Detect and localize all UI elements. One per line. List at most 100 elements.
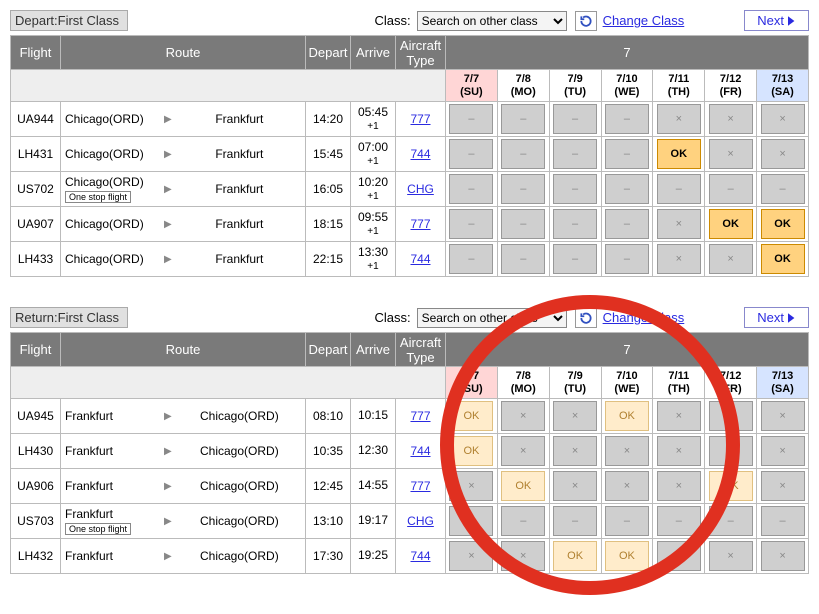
refresh-button[interactable] — [575, 11, 597, 31]
availability-cell: × — [553, 401, 597, 431]
depart-time: 10:35 — [306, 434, 351, 469]
date-header: 7/7(SU) — [446, 70, 498, 102]
flight-row: US702 Chicago(ORD) One stop flight ▶ Fra… — [11, 172, 809, 207]
date-header: 7/9(TU) — [549, 70, 601, 102]
aircraft-type: CHG — [396, 504, 446, 539]
flight-number: LH431 — [11, 137, 61, 172]
availability-cell: × — [657, 209, 701, 239]
arrive-time: 19:25 — [351, 539, 396, 574]
availability-cell: × — [501, 541, 545, 571]
aircraft-type: 777 — [396, 469, 446, 504]
flight-row: US703 Frankfurt One stop flight ▶ Chicag… — [11, 504, 809, 539]
availability-cell: – — [605, 139, 649, 169]
availability-cell: – — [501, 104, 545, 134]
availability-cell: – — [501, 174, 545, 204]
refresh-button[interactable] — [575, 308, 597, 328]
availability-cell: × — [605, 471, 649, 501]
availability-cell: × — [761, 541, 805, 571]
flight-row: UA944 Chicago(ORD) ▶ Frankfurt 14:20 05:… — [11, 102, 809, 137]
class-select[interactable]: Search on other class — [417, 11, 567, 31]
availability-cell: – — [553, 506, 597, 536]
aircraft-type-link[interactable]: 777 — [410, 112, 430, 126]
class-select[interactable]: Search on other class — [417, 308, 567, 328]
route-from: Frankfurt — [65, 409, 113, 423]
availability-cell: – — [553, 139, 597, 169]
aircraft-type-link[interactable]: 777 — [410, 409, 430, 423]
availability-cell[interactable]: OK — [553, 541, 597, 571]
route: Chicago(ORD) ▶ Frankfurt — [61, 207, 306, 242]
availability-cell: × — [761, 436, 805, 466]
route-from: Chicago(ORD) — [65, 147, 144, 161]
route: Chicago(ORD) One stop flight ▶ Frankfurt — [61, 172, 306, 207]
aircraft-type-link[interactable]: 744 — [410, 549, 430, 563]
flight-row: UA906 Frankfurt ▶ Chicago(ORD) 12:45 14:… — [11, 469, 809, 504]
availability-cell: × — [553, 471, 597, 501]
refresh-icon — [579, 311, 593, 325]
flight-number: LH430 — [11, 434, 61, 469]
col-depart: Depart — [306, 36, 351, 70]
change-class-link[interactable]: Change Class — [603, 310, 685, 325]
flight-row: LH430 Frankfurt ▶ Chicago(ORD) 10:35 12:… — [11, 434, 809, 469]
aircraft-type-link[interactable]: 744 — [410, 252, 430, 266]
availability-cell[interactable]: OK — [501, 471, 545, 501]
arrive-time: 05:45+1 — [351, 102, 396, 137]
route-from: Chicago(ORD) — [65, 175, 144, 189]
next-button[interactable]: Next — [744, 307, 809, 328]
aircraft-type-link[interactable]: 744 — [410, 444, 430, 458]
route-to: Frankfurt — [178, 147, 301, 161]
next-button[interactable]: Next — [744, 10, 809, 31]
availability-cell[interactable]: OK — [761, 244, 805, 274]
route-from: Frankfurt — [65, 444, 113, 458]
aircraft-type: 777 — [396, 207, 446, 242]
availability-cell: × — [657, 541, 701, 571]
aircraft-type: CHG — [396, 172, 446, 207]
arrive-time: 12:30 — [351, 434, 396, 469]
flight-number: UA906 — [11, 469, 61, 504]
aircraft-type-link[interactable]: 744 — [410, 147, 430, 161]
availability-cell: × — [709, 436, 753, 466]
route-to: Frankfurt — [178, 252, 301, 266]
date-header: 7/10(WE) — [601, 70, 653, 102]
aircraft-type-link[interactable]: CHG — [407, 514, 434, 528]
availability-cell[interactable]: OK — [449, 436, 493, 466]
date-header: 7/8(MO) — [497, 70, 549, 102]
availability-cell[interactable]: OK — [605, 541, 649, 571]
availability-cell[interactable]: OK — [709, 209, 753, 239]
aircraft-type-link[interactable]: 777 — [410, 479, 430, 493]
availability-cell: × — [709, 104, 753, 134]
availability-cell: – — [501, 139, 545, 169]
availability-cell: – — [449, 174, 493, 204]
change-class-link[interactable]: Change Class — [603, 13, 685, 28]
aircraft-type: 777 — [396, 102, 446, 137]
flight-row: LH433 Chicago(ORD) ▶ Frankfurt 22:15 13:… — [11, 242, 809, 277]
date-header: 7/11(TH) — [653, 367, 705, 399]
refresh-icon — [579, 14, 593, 28]
availability-cell: – — [605, 506, 649, 536]
route-from: Frankfurt — [65, 549, 113, 563]
availability-cell: × — [657, 104, 701, 134]
depart-time: 22:15 — [306, 242, 351, 277]
availability-cell[interactable]: OK — [449, 401, 493, 431]
date-header: 7/10(WE) — [601, 367, 653, 399]
availability-cell: – — [553, 244, 597, 274]
availability-cell: × — [657, 436, 701, 466]
availability-cell: – — [449, 104, 493, 134]
availability-cell[interactable]: OK — [761, 209, 805, 239]
availability-cell: × — [553, 436, 597, 466]
aircraft-type-link[interactable]: CHG — [407, 182, 434, 196]
route-from: Chicago(ORD) — [65, 217, 144, 231]
aircraft-type-link[interactable]: 777 — [410, 217, 430, 231]
route-to: Frankfurt — [178, 182, 301, 196]
class-label: Class: — [374, 13, 410, 28]
depart-time: 08:10 — [306, 399, 351, 434]
availability-cell[interactable]: OK — [709, 471, 753, 501]
availability-cell[interactable]: OK — [657, 139, 701, 169]
route: Frankfurt One stop flight ▶ Chicago(ORD) — [61, 504, 306, 539]
col-depart: Depart — [306, 333, 351, 367]
arrive-time: 07:00+1 — [351, 137, 396, 172]
availability-cell[interactable]: OK — [605, 401, 649, 431]
flight-row: UA907 Chicago(ORD) ▶ Frankfurt 18:15 09:… — [11, 207, 809, 242]
route-arrow-icon: ▶ — [164, 481, 172, 492]
route: Chicago(ORD) ▶ Frankfurt — [61, 102, 306, 137]
availability-cell: – — [449, 506, 493, 536]
